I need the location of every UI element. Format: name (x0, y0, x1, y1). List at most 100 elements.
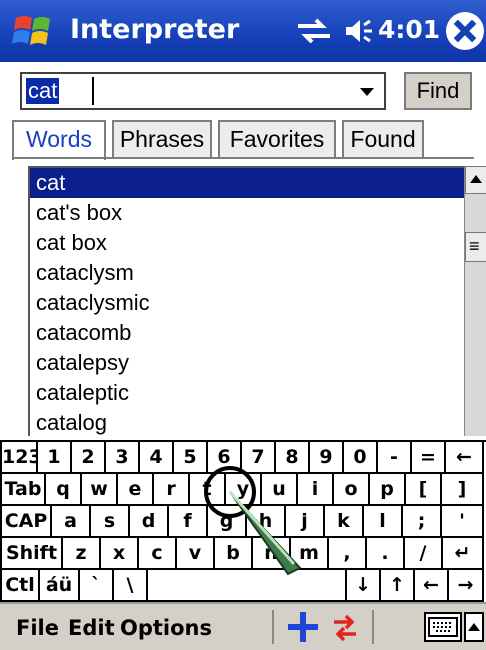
list-item[interactable]: catalog (30, 408, 464, 436)
keyboard-key[interactable] (148, 570, 347, 602)
keyboard-key[interactable]: b (215, 538, 253, 570)
close-button[interactable] (446, 12, 484, 50)
keyboard-key[interactable]: r (154, 474, 190, 506)
keyboard-key[interactable]: = (412, 442, 446, 474)
keyboard-key[interactable]: 0 (344, 442, 378, 474)
list-item[interactable]: catalepsy (30, 348, 464, 378)
keyboard-key[interactable]: ↓ (347, 570, 381, 602)
keyboard-key[interactable]: t (190, 474, 226, 506)
keyboard-key[interactable]: h (247, 506, 286, 538)
list-item[interactable]: cataclysmic (30, 288, 464, 318)
keyboard-row: Ctl áü ` \ ↓ ↑ ← → (0, 570, 486, 602)
menu-edit[interactable]: Edit (68, 616, 115, 640)
list-item[interactable]: cat box (30, 228, 464, 258)
keyboard-key[interactable]: 8 (276, 442, 310, 474)
search-input[interactable]: cat (20, 72, 386, 110)
keyboard-key[interactable]: . (367, 538, 405, 570)
keyboard-key[interactable]: Tab (0, 474, 46, 506)
keyboard-key[interactable]: 7 (242, 442, 276, 474)
keyboard-key[interactable]: e (118, 474, 154, 506)
keyboard-key[interactable]: f (169, 506, 208, 538)
scroll-up-button[interactable] (465, 166, 486, 194)
list-item[interactable]: catacomb (30, 318, 464, 348)
menu-options[interactable]: Options (120, 616, 212, 640)
list-item[interactable]: cataleptic (30, 378, 464, 408)
keyboard-key[interactable]: , (329, 538, 367, 570)
list-item[interactable]: cat's box (30, 198, 464, 228)
scroll-thumb[interactable] (465, 232, 486, 262)
keyboard-key[interactable]: l (364, 506, 403, 538)
keyboard-key[interactable]: x (101, 538, 139, 570)
keyboard-icon[interactable] (424, 612, 462, 642)
keyboard-key[interactable]: ' (442, 506, 484, 538)
keyboard-key[interactable]: o (334, 474, 370, 506)
keyboard-key[interactable]: 3 (106, 442, 140, 474)
text-caret (92, 77, 94, 105)
list-item[interactable]: cataclysm (30, 258, 464, 288)
keyboard-key[interactable]: CAP (0, 506, 52, 538)
keyboard-key[interactable]: 4 (140, 442, 174, 474)
keyboard-key[interactable]: \ (114, 570, 148, 602)
keyboard-key[interactable]: 9 (310, 442, 344, 474)
keyboard-key[interactable]: → (449, 570, 484, 602)
keyboard-key[interactable]: a (52, 506, 91, 538)
swap-languages-icon[interactable] (330, 614, 360, 642)
menu-file[interactable]: File (16, 616, 59, 640)
keyboard-key[interactable]: ↵ (443, 538, 484, 570)
keyboard-key[interactable]: áü (40, 570, 80, 602)
tab-words[interactable]: Words (12, 120, 106, 160)
dropdown-arrow-icon[interactable] (360, 88, 374, 96)
keyboard-key[interactable]: n (253, 538, 291, 570)
tab-phrases[interactable]: Phrases (112, 120, 212, 158)
keyboard-key[interactable]: 123 (0, 442, 42, 474)
find-button[interactable]: Find (404, 72, 472, 110)
keyboard-key[interactable]: ← (415, 570, 449, 602)
keyboard-key[interactable]: i (298, 474, 334, 506)
tab-found[interactable]: Found (342, 120, 424, 158)
keyboard-key[interactable]: 5 (174, 442, 208, 474)
keyboard-key[interactable]: s (91, 506, 130, 538)
keyboard-row: Tab q w e r t y u i o p[] (0, 474, 486, 506)
keyboard-key[interactable]: j (286, 506, 325, 538)
keyboard-key[interactable]: w (82, 474, 118, 506)
keyboard-key[interactable]: ; (403, 506, 442, 538)
menu-bar: File Edit Options (0, 602, 486, 650)
keyboard-key[interactable]: u (262, 474, 298, 506)
keyboard-key[interactable]: p (370, 474, 406, 506)
keyboard-key[interactable]: - (378, 442, 412, 474)
keyboard-key[interactable]: m (291, 538, 329, 570)
keyboard-key[interactable]: y (226, 474, 262, 506)
keyboard-key[interactable]: q (46, 474, 82, 506)
soft-keyboard: 123 1 2 3 4 5 6 7 8 9 0- = ← Tab q w e r t y u i o p[] CAP a s d f g h… (0, 440, 486, 602)
keyboard-key[interactable]: ] (442, 474, 484, 506)
list-scrollbar[interactable] (464, 166, 486, 436)
keyboard-key[interactable]: / (405, 538, 443, 570)
tab-favorites[interactable]: Favorites (218, 120, 336, 158)
list-item[interactable]: cat (30, 168, 464, 198)
keyboard-key[interactable]: 1 (38, 442, 72, 474)
keyboard-key[interactable]: Ctl (0, 570, 40, 602)
keyboard-row: Shift z x c v b n m,. / ↵ (0, 538, 486, 570)
keyboard-key[interactable]: c (139, 538, 177, 570)
keyboard-key[interactable]: [ (406, 474, 442, 506)
keyboard-key[interactable]: 6 (208, 442, 242, 474)
volume-icon[interactable] (344, 16, 374, 46)
keyboard-key[interactable]: g (208, 506, 247, 538)
keyboard-key[interactable]: z (63, 538, 101, 570)
keyboard-key[interactable]: 2 (72, 442, 106, 474)
keyboard-row: 123 1 2 3 4 5 6 7 8 9 0- = ← (0, 442, 486, 474)
menu-separator (372, 610, 374, 644)
keyboard-key[interactable]: ← (446, 442, 484, 474)
windows-start-icon[interactable] (12, 12, 58, 52)
keyboard-key[interactable]: v (177, 538, 215, 570)
input-selector-arrow-icon[interactable] (464, 612, 484, 642)
keyboard-key[interactable]: k (325, 506, 364, 538)
add-icon[interactable] (286, 610, 320, 644)
keyboard-key[interactable]: ` (80, 570, 114, 602)
keyboard-key[interactable]: d (130, 506, 169, 538)
keyboard-key[interactable]: Shift (0, 538, 63, 570)
word-list[interactable]: cat cat's box cat box cataclysm cataclysmic c… (28, 166, 464, 436)
connectivity-icon[interactable] (296, 18, 332, 44)
keyboard-key[interactable]: ↑ (381, 570, 415, 602)
clock[interactable]: 4:01 (378, 15, 440, 44)
